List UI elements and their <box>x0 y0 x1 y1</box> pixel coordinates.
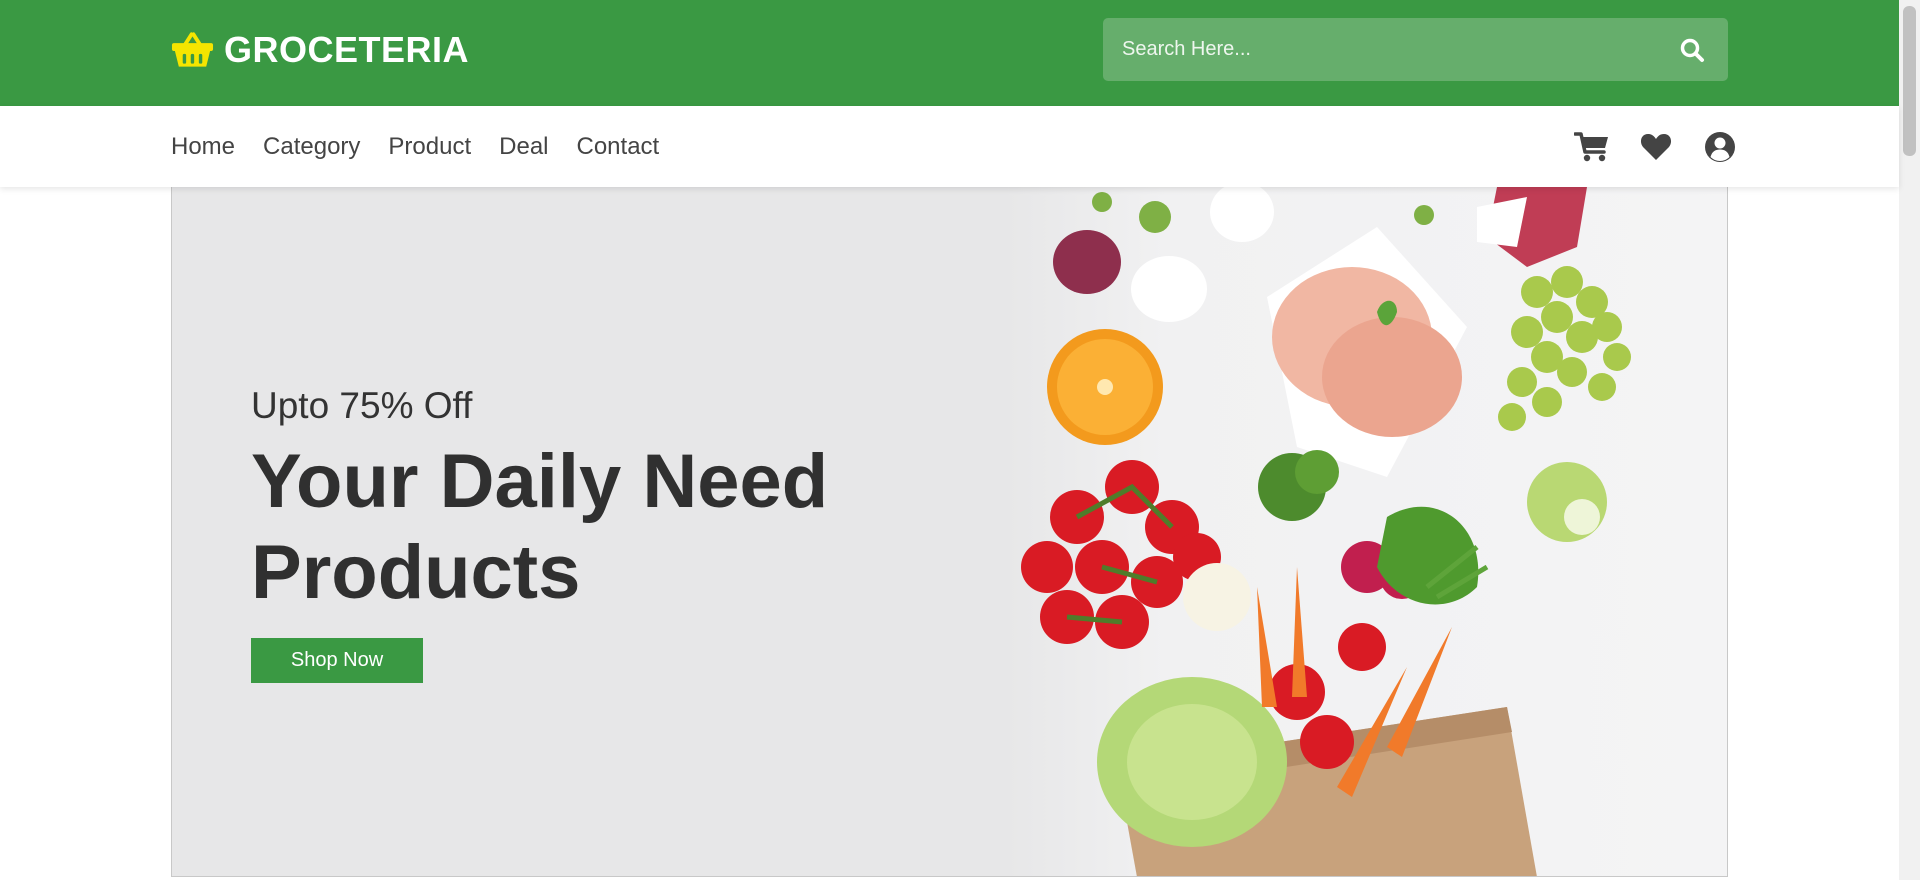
search-icon <box>1680 38 1704 62</box>
wishlist-button[interactable] <box>1637 128 1675 166</box>
scrollbar[interactable] <box>1899 0 1920 880</box>
basket-icon <box>171 31 214 69</box>
search-button[interactable] <box>1656 18 1728 81</box>
grocery-image <box>1007 187 1727 876</box>
nav-link-contact[interactable]: Contact <box>577 133 660 161</box>
account-button[interactable] <box>1701 128 1739 166</box>
search-bar <box>1103 18 1728 81</box>
brand-name: GROCETERIA <box>224 29 470 70</box>
top-header: GROCETERIA <box>0 0 1899 106</box>
cart-icon <box>1574 132 1608 162</box>
nav-icons <box>1573 128 1739 166</box>
nav-link-home[interactable]: Home <box>171 133 235 161</box>
hero-title: Your Daily Need Products <box>251 439 829 615</box>
search-input[interactable] <box>1103 18 1656 81</box>
nav-link-product[interactable]: Product <box>388 133 471 161</box>
shop-now-button[interactable]: Shop Now <box>251 638 423 683</box>
nav-link-deal[interactable]: Deal <box>499 133 548 161</box>
user-circle-icon <box>1705 132 1735 162</box>
page: GROCETERIA Home Category Product Deal Co… <box>0 0 1920 880</box>
scrollbar-thumb[interactable] <box>1903 6 1916 156</box>
hero-banner: Upto 75% Off Your Daily Need Products Sh… <box>171 187 1728 877</box>
nav-bar: Home Category Product Deal Contact <box>0 106 1899 187</box>
main-nav: Home Category Product Deal Contact <box>171 106 687 187</box>
logo[interactable]: GROCETERIA <box>171 29 470 70</box>
heart-icon <box>1640 134 1672 160</box>
hero-subtitle: Upto 75% Off <box>251 385 473 426</box>
hero-text: Upto 75% Off Your Daily Need Products Sh… <box>251 384 891 683</box>
nav-link-category[interactable]: Category <box>263 133 360 161</box>
cart-button[interactable] <box>1573 128 1611 166</box>
